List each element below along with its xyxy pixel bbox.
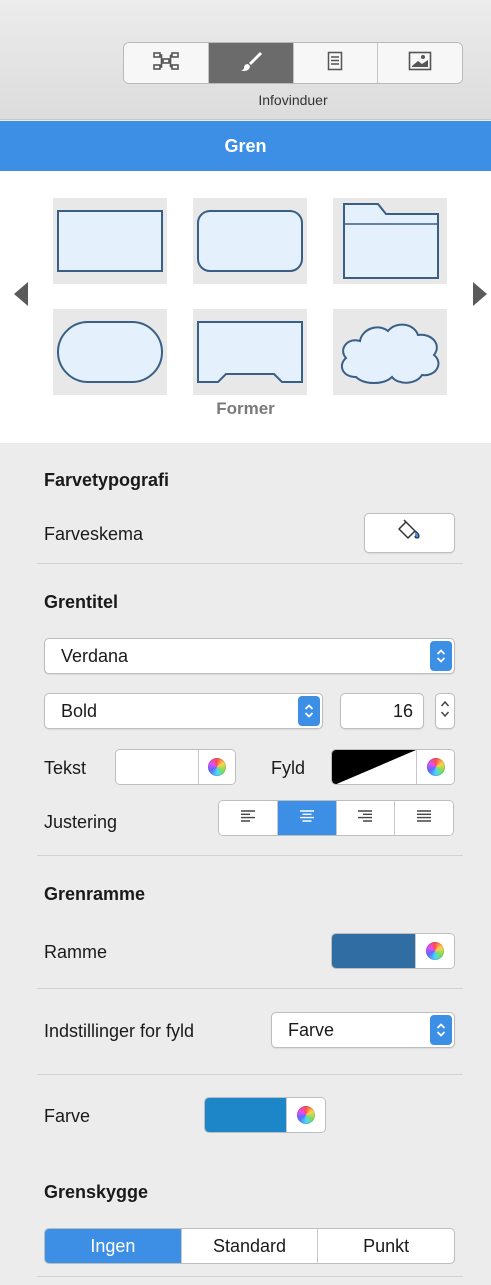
image-icon [408,51,432,76]
color-wheel-icon[interactable] [285,1098,325,1132]
shape-notched-rectangle[interactable] [193,309,307,395]
fill-color-label: Fyld [271,758,306,778]
previous-arrow-icon[interactable] [14,282,28,306]
color-wheel-icon[interactable] [416,750,454,784]
fill-color-well[interactable] [331,749,455,785]
align-center-icon [299,809,315,827]
font-family-select[interactable]: Verdana [44,638,455,674]
tab-image[interactable] [378,43,462,83]
divider [37,855,463,856]
shape-rounded-rectangle[interactable] [193,198,307,284]
alignment-control [218,800,454,836]
font-size-value: 16 [392,700,413,721]
next-arrow-icon[interactable] [473,282,487,306]
tab-document[interactable] [293,43,379,83]
fill-settings-label: Indstillinger for fyld [44,1021,195,1041]
shapes-gallery: Former [0,171,491,443]
up-down-chevron-icon [430,1015,452,1045]
shape-cloud[interactable] [333,309,447,395]
structure-icon [153,51,179,76]
inspector-toolbar: Infovinduer [0,0,491,120]
align-left-icon [240,809,256,827]
section-title-color-typography: Farvetypografi [44,470,170,490]
color-scheme-button[interactable] [364,513,455,553]
shape-folder[interactable] [333,198,447,284]
align-left-button[interactable] [219,801,278,835]
shape-rectangle[interactable] [53,198,167,284]
font-size-field[interactable]: 16 [340,693,424,729]
shadow-option-point[interactable]: Punkt [318,1229,454,1263]
font-weight-select[interactable]: Bold [44,693,323,729]
shadow-segmented-control: Ingen Standard Punkt [44,1228,455,1264]
border-color-well[interactable] [331,933,455,969]
divider [37,988,463,989]
align-justify-icon [416,809,432,827]
font-size-stepper[interactable] [435,693,455,729]
text-color-swatch [116,750,198,784]
fill-color-row-label: Farve [44,1106,91,1126]
up-down-chevron-icon [298,696,320,726]
fill-settings-value: Farve [288,1019,335,1040]
color-scheme-label: Farveskema [44,524,144,544]
section-title-branch-title: Grentitel [44,592,119,612]
divider [37,1074,463,1075]
border-label: Ramme [44,942,108,962]
alignment-label: Justering [44,812,118,832]
font-family-value: Verdana [61,645,129,666]
panel-header-title: Gren [224,135,267,156]
fill-color-row-well[interactable] [204,1097,326,1133]
fill-settings-select[interactable]: Farve [271,1012,455,1048]
align-center-button[interactable] [277,801,337,835]
tab-style[interactable] [208,43,294,83]
paintbrush-icon [239,50,263,77]
align-right-button[interactable] [336,801,396,835]
align-right-icon [357,809,373,827]
divider [37,563,463,564]
font-weight-value: Bold [61,700,98,721]
fill-color-swatch [332,750,416,784]
up-down-chevron-icon [430,641,452,671]
tab-structure[interactable] [124,43,209,83]
color-wheel-icon[interactable] [414,934,454,968]
shadow-option-standard[interactable]: Standard [182,1229,319,1263]
paint-bucket-icon [397,518,423,548]
section-title-branch-shadow: Grenskygge [44,1182,149,1202]
section-title-branch-border: Grenramme [44,884,146,904]
text-color-well[interactable] [115,749,236,785]
document-icon [327,51,343,76]
align-justify-button[interactable] [395,801,453,835]
divider [37,1276,463,1277]
border-color-swatch [332,934,415,968]
toolbar-label: Infovinduer [258,92,328,108]
shapes-label: Former [216,399,275,418]
color-wheel-icon[interactable] [197,750,235,784]
panel-header: Gren [0,121,491,171]
shadow-option-none[interactable]: Ingen [45,1229,182,1263]
inspector-tab-group [123,42,463,84]
stepper-arrows-icon [440,699,450,724]
text-color-label: Tekst [44,758,87,778]
shape-stadium[interactable] [53,309,167,395]
fill-color-row-swatch [205,1098,286,1132]
